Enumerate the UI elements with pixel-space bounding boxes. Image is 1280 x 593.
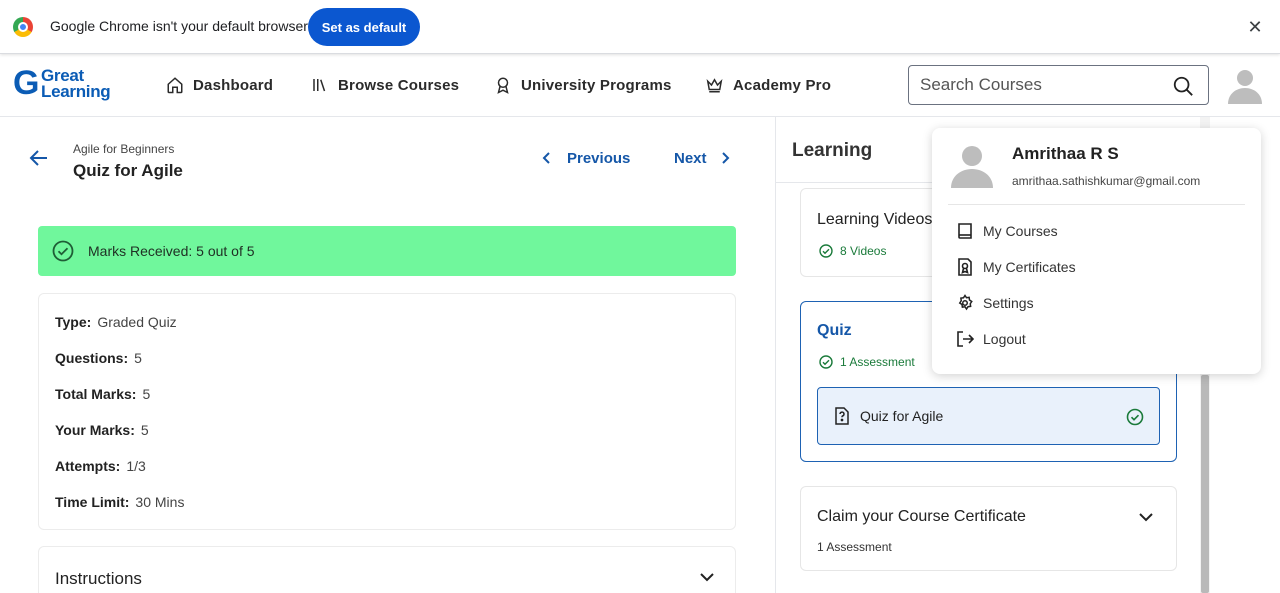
instructions-title: Instructions [55,569,142,588]
search-box [908,65,1209,105]
infobar-message: Google Chrome isn't your default browser [50,18,308,34]
detail-label: Type: [55,314,92,330]
section-subtitle-text: 1 Assessment [840,355,915,369]
course-name: Agile for Beginners [73,142,175,156]
check-circle-icon [52,240,74,262]
detail-questions: Questions: 5 [55,350,142,366]
section-subtitle: 8 Videos [819,244,886,258]
logout-icon [957,331,974,347]
profile-dropdown: Amrithaa R S amrithaa.sathishkumar@gmail… [932,128,1261,374]
detail-label: Time Limit: [55,494,130,510]
detail-value: 30 Mins [135,494,185,510]
instructions-accordion[interactable]: Instructions [38,546,736,593]
library-icon [313,79,326,92]
detail-your-marks: Your Marks: 5 [55,422,149,438]
detail-value: 5 [134,350,142,366]
set-as-default-button[interactable]: Set as default [308,8,420,46]
home-icon [167,77,183,94]
crown-icon [706,78,723,93]
detail-value: 5 [142,386,151,402]
chevron-down-icon [700,573,714,582]
section-course-certificate[interactable]: Claim your Course Certificate 1 Assessme… [800,486,1177,571]
chevron-left-icon [542,152,550,164]
nav-academy-pro[interactable]: Academy Pro [705,74,831,96]
chrome-logo-icon [13,17,33,37]
marks-received-text: Marks Received: 5 out of 5 [88,243,255,259]
section-title: Learning Videos [817,211,933,228]
gear-icon [958,294,973,311]
page-title: Quiz for Agile [73,161,183,180]
detail-label: Questions: [55,350,129,366]
nav-browse-courses[interactable]: Browse Courses [311,74,459,96]
dropdown-divider [948,204,1245,205]
great-learning-logo[interactable]: G Great Learning [13,64,119,102]
check-circle-icon [1126,408,1144,426]
menu-item-label: My Courses [983,223,1058,239]
close-icon[interactable]: ✕ [1245,17,1265,37]
logo-text-line2: Learning [41,82,111,101]
section-title: Claim your Course Certificate [817,508,1026,525]
section-title: Quiz [817,322,852,339]
profile-name: Amrithaa R S [1012,144,1119,163]
section-subtitle-text: 8 Videos [840,244,887,258]
profile-email: amrithaa.sathishkumar@gmail.com [1012,174,1201,188]
section-subtitle: 1 Assessment [819,355,915,369]
nav-academy-pro-label: Academy Pro [733,76,832,94]
detail-value: Graded Quiz [97,314,177,330]
avatar[interactable] [1227,66,1263,104]
next-label: Next [674,149,707,167]
check-circle-icon [819,355,833,369]
marks-received-banner: Marks Received: 5 out of 5 [38,226,736,276]
previous-label: Previous [567,149,631,167]
chevron-right-icon [721,152,729,164]
site-header: G Great Learning Dashboard Browse Course… [0,54,1280,117]
certificate-icon [958,258,972,276]
award-icon [497,77,509,94]
section-subtitle: 1 Assessment [817,540,892,554]
nav-university-programs-label: University Programs [521,76,672,94]
previous-button[interactable]: Previous [540,148,630,168]
menu-item-settings[interactable]: Settings [956,292,1034,314]
menu-item-label: Settings [983,295,1034,311]
nav-dashboard-label: Dashboard [193,76,274,94]
sidebar-divider [775,117,776,593]
nav-browse-courses-label: Browse Courses [338,76,460,94]
detail-label: Your Marks: [55,422,135,438]
search-icon[interactable] [1172,75,1194,97]
detail-attempts: Attempts: 1/3 [55,458,146,474]
quiz-document-icon [835,407,849,425]
next-button[interactable]: Next [674,148,732,168]
sidebar-title: Learning [792,140,873,161]
book-icon [958,223,972,239]
menu-item-label: Logout [983,331,1026,347]
menu-item-my-certificates[interactable]: My Certificates [956,256,1076,278]
chevron-down-icon [1139,513,1153,522]
menu-item-my-courses[interactable]: My Courses [956,220,1058,242]
quiz-details-card: Type: Graded Quiz Questions: 5 Total Marks… [38,293,736,530]
detail-value: 1/3 [126,458,146,474]
detail-label: Attempts: [55,458,121,474]
search-input[interactable] [920,74,1160,96]
detail-time-limit: Time Limit: 30 Mins [55,494,184,510]
quiz-item-label: Quiz for Agile [860,408,944,424]
nav-dashboard[interactable]: Dashboard [166,74,273,96]
sidebar-scrollbar-thumb[interactable] [1201,375,1209,593]
back-arrow-icon[interactable] [29,148,49,168]
detail-label: Total Marks: [55,386,137,402]
nav-university-programs[interactable]: University Programs [494,74,672,96]
default-browser-infobar: Google Chrome isn't your default browser… [0,0,1280,54]
check-circle-icon [819,244,833,258]
detail-total-marks: Total Marks: 5 [55,386,150,402]
menu-item-label: My Certificates [983,259,1076,275]
menu-item-logout[interactable]: Logout [956,328,1026,350]
logo-mark: G [13,64,40,102]
detail-type: Type: Graded Quiz [55,314,177,330]
detail-value: 5 [140,422,149,438]
quiz-item-active[interactable]: Quiz for Agile [817,387,1160,445]
avatar [951,146,993,188]
